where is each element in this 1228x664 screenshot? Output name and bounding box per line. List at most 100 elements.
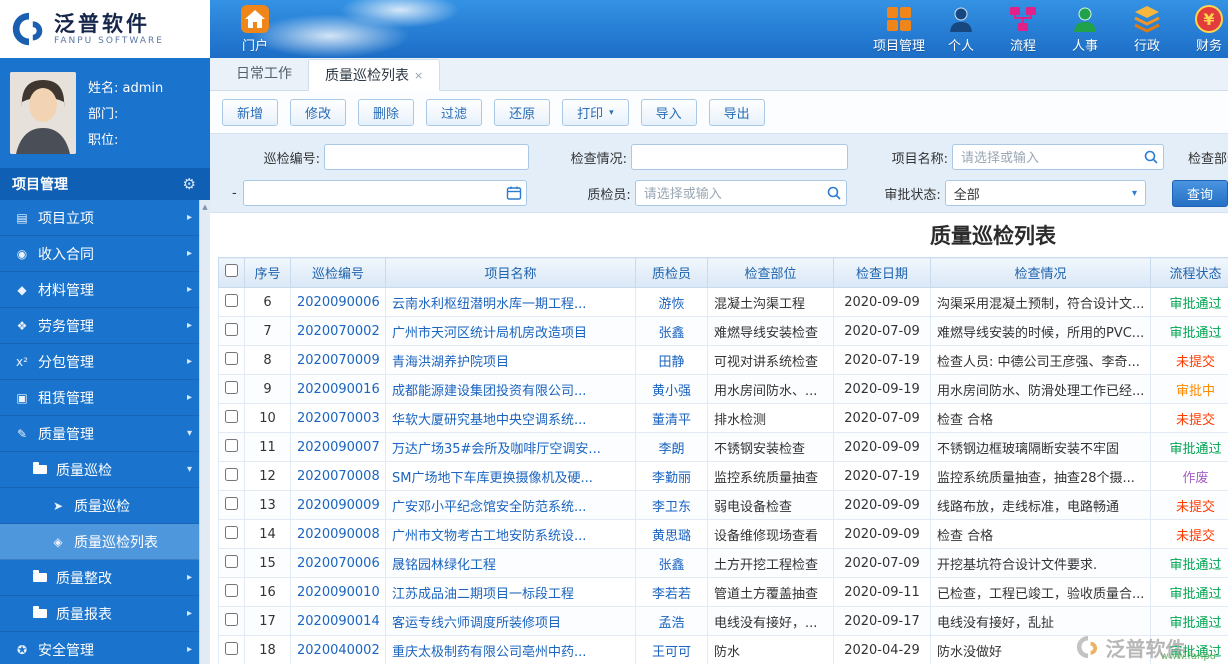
sidebar-item-project-initiation[interactable]: ▤ 项目立项 ▸	[0, 200, 210, 236]
sidebar-section-header[interactable]: 项目管理 ⚙	[0, 168, 210, 200]
inspector-link[interactable]: 李勤丽	[652, 471, 691, 486]
project-name-link[interactable]: 客运专线六师调度所装修项目	[392, 616, 561, 631]
sidebar-item-quality-inspection-entry[interactable]: ➤ 质量巡检	[0, 488, 210, 524]
situation-input[interactable]	[631, 144, 848, 170]
row-checkbox[interactable]	[225, 409, 238, 423]
project-name-link[interactable]: SM广场地下车库更换摄像机及硬...	[392, 471, 593, 486]
inspection-no-input[interactable]	[324, 144, 529, 170]
row-checkbox[interactable]	[225, 293, 238, 307]
search-icon[interactable]	[826, 185, 842, 201]
status-badge: 审批中	[1175, 383, 1215, 399]
query-button[interactable]: 查询	[1171, 179, 1228, 207]
row-checkbox[interactable]	[225, 583, 238, 597]
row-checkbox[interactable]	[225, 380, 238, 394]
nav-personal[interactable]: 个人	[932, 4, 990, 54]
row-checkbox[interactable]	[225, 438, 238, 452]
inspector-link[interactable]: 李若若	[652, 587, 691, 602]
nav-label: 流程	[1009, 39, 1036, 54]
project-name-link[interactable]: 万达广场35#会所及咖啡厅空调安...	[392, 442, 601, 457]
close-icon[interactable]: ×	[414, 69, 423, 82]
inspection-code-link[interactable]: 2020040002	[297, 643, 380, 658]
nav-portal[interactable]: 门户	[226, 4, 284, 54]
sidebar-item-lease-management[interactable]: ▣ 租赁管理 ▸	[0, 380, 210, 416]
sidebar-item-quality-report[interactable]: 质量报表 ▸	[0, 596, 210, 632]
sidebar-item-subcontract-management[interactable]: x² 分包管理 ▸	[0, 344, 210, 380]
inspection-code-link[interactable]: 2020070009	[297, 353, 380, 368]
inspector-link[interactable]: 董清平	[652, 413, 691, 428]
nav-finance[interactable]: ¥ 财务	[1180, 4, 1228, 54]
project-name-link[interactable]: 江苏成品油二期项目一标段工程	[392, 587, 574, 602]
inspection-code-link[interactable]: 2020070003	[297, 411, 380, 426]
gear-icon[interactable]: ⚙	[183, 175, 196, 193]
tab-quality-inspection-list[interactable]: 质量巡检列表 ×	[308, 59, 441, 91]
sidebar-item-quality-management[interactable]: ✎ 质量管理 ▾	[0, 416, 210, 452]
sidebar-item-safety-management[interactable]: ✪ 安全管理 ▸	[0, 632, 210, 664]
sidebar-item-material-management[interactable]: ◆ 材料管理 ▸	[0, 272, 210, 308]
inspector-link[interactable]: 黄小强	[652, 384, 691, 399]
sidebar-item-quality-inspection-list[interactable]: ◈ 质量巡检列表	[0, 524, 210, 560]
filter-button[interactable]: 过滤	[426, 98, 483, 126]
inspection-code-link[interactable]: 2020070002	[297, 324, 380, 339]
inspection-code-link[interactable]: 2020090007	[297, 440, 380, 455]
date-input[interactable]	[242, 180, 527, 206]
inspector-link[interactable]: 李朗	[658, 442, 684, 457]
import-button[interactable]: 导入	[640, 98, 697, 126]
select-all-checkbox[interactable]	[225, 264, 238, 277]
row-checkbox[interactable]	[225, 612, 238, 626]
inspection-code-link[interactable]: 2020070008	[297, 469, 380, 484]
nav-hr[interactable]: 人事	[1056, 4, 1114, 54]
row-checkbox[interactable]	[225, 554, 238, 568]
nav-project-management[interactable]: 项目管理	[870, 4, 928, 54]
approval-status-select[interactable]: 全部 ▾	[944, 180, 1146, 206]
project-name-link[interactable]: 晟铭园林绿化工程	[392, 558, 496, 573]
row-checkbox[interactable]	[225, 496, 238, 510]
project-name-link[interactable]: 重庆太极制药有限公司亳州中药...	[392, 645, 586, 660]
project-name-link[interactable]: 广州市天河区统计局机房改造项目	[392, 326, 587, 341]
inspector-link[interactable]: 游恢	[658, 297, 684, 312]
sidebar-item-quality-inspection[interactable]: 质量巡检 ▾	[0, 452, 210, 488]
inspection-code-link[interactable]: 2020090014	[297, 614, 380, 629]
row-checkbox[interactable]	[225, 322, 238, 336]
inspection-code-link[interactable]: 2020090008	[297, 527, 380, 542]
cell-situation: 检查人员: 中德公司王彦强、李奇...	[930, 345, 1151, 375]
row-checkbox[interactable]	[225, 641, 238, 655]
inspector-input[interactable]	[634, 180, 847, 206]
project-name-link[interactable]: 华软大厦研究基地中央空调系统...	[392, 413, 586, 428]
sidebar-scrollbar[interactable]	[199, 200, 210, 664]
project-name-link[interactable]: 青海洪湖养护院项目	[392, 355, 509, 370]
inspector-link[interactable]: 田静	[658, 355, 684, 370]
search-icon[interactable]	[1143, 149, 1159, 165]
sidebar-item-labor-management[interactable]: ❖ 劳务管理 ▸	[0, 308, 210, 344]
edit-button[interactable]: 修改	[290, 98, 347, 126]
sidebar-item-quality-rectification[interactable]: 质量整改 ▸	[0, 560, 210, 596]
delete-button[interactable]: 删除	[358, 98, 415, 126]
inspection-code-link[interactable]: 2020090016	[297, 382, 380, 397]
inspection-code-link[interactable]: 2020090006	[297, 295, 380, 310]
tab-daily-work[interactable]: 日常工作	[220, 58, 308, 90]
row-checkbox[interactable]	[225, 351, 238, 365]
inspection-code-link[interactable]: 2020070006	[297, 556, 380, 571]
nav-workflow[interactable]: 流程	[994, 4, 1052, 54]
inspector-link[interactable]: 孟浩	[658, 616, 684, 631]
inspector-link[interactable]: 张鑫	[658, 558, 684, 573]
project-name-link[interactable]: 广州市文物考古工地安防系统设...	[392, 529, 586, 544]
add-button[interactable]: 新增	[222, 98, 279, 126]
project-name-link[interactable]: 云南水利枢纽潜明水库一期工程...	[392, 297, 586, 312]
row-checkbox[interactable]	[225, 467, 238, 481]
inspector-link[interactable]: 王可可	[652, 645, 691, 660]
row-checkbox[interactable]	[225, 525, 238, 539]
project-name-input[interactable]	[952, 144, 1164, 170]
inspector-link[interactable]: 黄思璐	[652, 529, 691, 544]
project-name-link[interactable]: 成都能源建设集团投资有限公司...	[392, 384, 586, 399]
inspector-link[interactable]: 李卫东	[652, 500, 691, 515]
project-name-link[interactable]: 广安邓小平纪念馆安全防范系统...	[392, 500, 586, 515]
export-button[interactable]: 导出	[708, 98, 765, 126]
inspector-link[interactable]: 张鑫	[658, 326, 684, 341]
nav-admin[interactable]: 行政	[1118, 4, 1176, 54]
calendar-icon[interactable]	[506, 185, 522, 201]
inspection-code-link[interactable]: 2020090009	[297, 498, 380, 513]
restore-button[interactable]: 还原	[494, 98, 551, 126]
sidebar-item-revenue-contract[interactable]: ◉ 收入合同 ▸	[0, 236, 210, 272]
inspection-code-link[interactable]: 2020090010	[297, 585, 380, 600]
print-button[interactable]: 打印 ▾	[562, 98, 629, 126]
